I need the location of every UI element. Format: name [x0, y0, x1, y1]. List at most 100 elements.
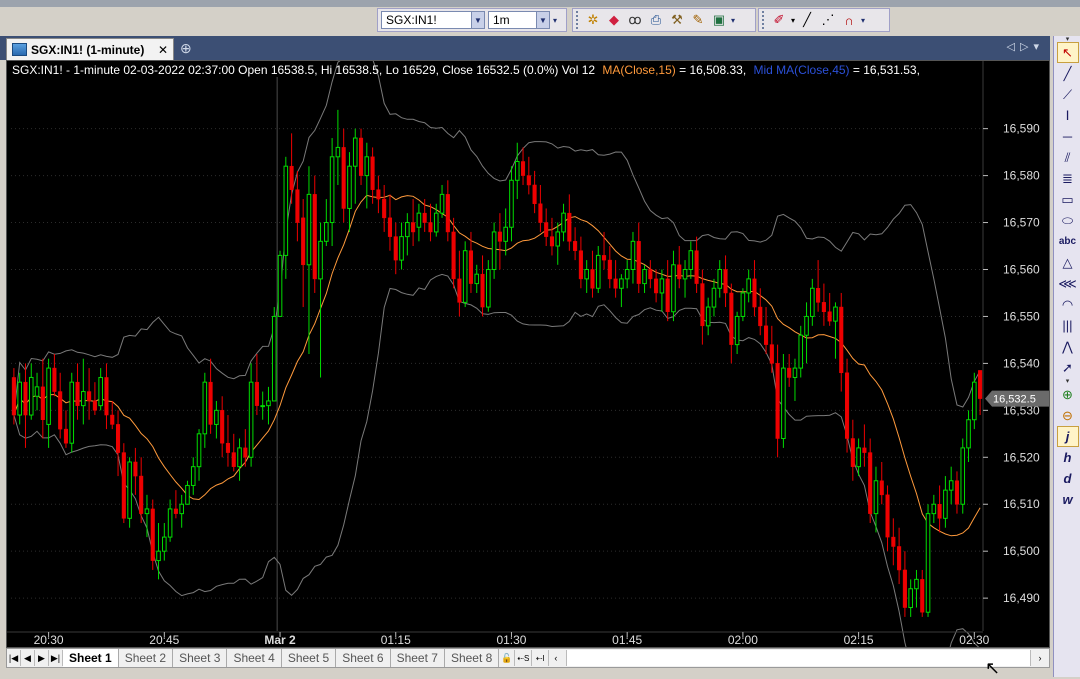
sync-scroll-icon[interactable]: ⇠S [515, 650, 533, 666]
candle-body [885, 494, 890, 538]
arc-icon[interactable]: ◠ [1057, 294, 1079, 315]
sync-interval-icon[interactable]: ⇠I [532, 650, 550, 666]
time-tick-label: 02:15 [844, 633, 874, 647]
sheet-tab-8[interactable]: Sheet 8 [445, 649, 500, 667]
next-sheet-icon[interactable]: ▶ [35, 650, 49, 666]
fibonacci-icon[interactable]: ≣ [1057, 168, 1079, 189]
wizard-icon[interactable]: ✎ [689, 11, 707, 29]
candle-body [972, 381, 977, 421]
candle-body [555, 231, 561, 247]
last-sheet-icon[interactable]: ▶| [49, 650, 63, 666]
candle-body [324, 222, 329, 242]
scroll-right-icon[interactable]: › [1030, 650, 1049, 666]
sheet-tab-1[interactable]: Sheet 1 [63, 649, 119, 667]
upper-band-line [13, 61, 981, 416]
candle-body [868, 452, 873, 514]
sheet-tab-4[interactable]: Sheet 4 [227, 649, 282, 667]
new-tab-icon[interactable]: ⊕ [180, 40, 192, 57]
triangle-icon[interactable]: △ [1057, 252, 1079, 273]
dotted-line-icon[interactable]: ⋰ [819, 11, 837, 29]
zigzag-icon[interactable]: ⋀ [1057, 336, 1079, 357]
candle-body [358, 137, 364, 176]
interval-d-icon[interactable]: d [1057, 468, 1079, 489]
analysis-icon[interactable]: ⚒ [668, 11, 686, 29]
sheet-tab-5[interactable]: Sheet 5 [282, 649, 337, 667]
ellipse-icon[interactable]: ⬭ [1057, 210, 1079, 231]
candle-body [538, 203, 543, 223]
candle-body [573, 241, 578, 251]
prev-sheet-icon[interactable]: ◀ [21, 650, 35, 666]
chevron-down-icon[interactable]: ▼ [536, 12, 549, 28]
candle-body [387, 217, 393, 237]
chart-header: SGX:IN1! - 1-minute 02-03-2022 02:37:00 … [12, 63, 920, 77]
rectangle-icon[interactable]: ▭ [1057, 189, 1079, 210]
andrews-pitchfork-icon[interactable]: ⋘ [1057, 273, 1079, 294]
toolbar-overflow-icon[interactable]: ▾ [553, 16, 557, 25]
candle-body [40, 386, 45, 420]
sheet-tab-3[interactable]: Sheet 3 [173, 649, 228, 667]
sheet-tab-2[interactable]: Sheet 2 [119, 649, 174, 667]
time-tick-label: 02:00 [728, 633, 758, 647]
cycle-lines-icon[interactable]: ||| [1057, 315, 1079, 336]
lock-icon[interactable]: 🔓 [499, 650, 516, 666]
price-tick-label: 16,560 [1003, 262, 1040, 276]
interval-combo-value: 1m [493, 13, 510, 27]
interval-w-icon[interactable]: w [1057, 489, 1079, 510]
first-sheet-icon[interactable]: |◀ [7, 650, 21, 666]
chart-grid [11, 77, 983, 631]
candle-body [978, 370, 983, 399]
candle-body [283, 165, 289, 256]
interval-j-icon[interactable]: j [1056, 426, 1079, 447]
toolbar-overflow-icon[interactable]: ▾ [861, 16, 865, 25]
horizontal-line-icon[interactable]: ─ [1057, 126, 1079, 147]
close-icon[interactable]: ✕ [158, 43, 168, 57]
interval-combo[interactable]: 1m ▼ [488, 11, 550, 29]
trendline-icon[interactable]: ╱ [1057, 63, 1079, 84]
candle-body [144, 508, 150, 515]
chart-export-icon[interactable]: ▣ [710, 11, 728, 29]
pen-icon[interactable]: ╱ [798, 11, 816, 29]
sheet-tab-7[interactable]: Sheet 7 [391, 649, 445, 667]
zoom-in-icon[interactable]: ⊕ [1057, 384, 1079, 405]
candle-body [856, 447, 861, 468]
ray-icon[interactable]: ⟋ [1057, 84, 1079, 105]
sheet-tab-6[interactable]: Sheet 6 [336, 649, 391, 667]
toolbar-overflow-icon[interactable]: ▾ [731, 16, 735, 25]
window-title-strip [0, 0, 1080, 7]
candle-body [92, 400, 97, 411]
zoom-out-icon[interactable]: ⊖ [1057, 405, 1079, 426]
candle-body [150, 508, 155, 561]
symbol-combo[interactable]: SGX:IN1! ▼ [381, 11, 485, 29]
pointer-icon[interactable]: ↖ [1056, 42, 1079, 63]
horizontal-scrollbar[interactable] [566, 650, 1030, 666]
print-icon[interactable]: ⎙ [647, 11, 665, 29]
view-icon[interactable]: ꝏ [626, 11, 644, 29]
candle-body [214, 409, 219, 425]
candle-body [457, 278, 462, 303]
text-icon[interactable]: abc [1057, 231, 1079, 252]
candle-body [514, 161, 520, 181]
candlestick-style-icon[interactable]: ◆ [605, 11, 623, 29]
candle-body [428, 222, 433, 233]
chevron-down-icon[interactable]: ▾ [791, 16, 795, 25]
candle-body [671, 264, 676, 313]
candle-body [595, 254, 601, 289]
toolbar-grip[interactable] [576, 11, 581, 29]
chevron-down-icon[interactable]: ▼ [471, 12, 484, 28]
draw-color-icon[interactable]: ✐ [770, 11, 788, 29]
interval-h-icon[interactable]: h [1057, 447, 1079, 468]
scroll-left-icon[interactable]: ‹ [549, 650, 562, 666]
candle-body [139, 475, 144, 514]
chart-document-tab[interactable]: SGX:IN1! (1-minute) ✕ [6, 38, 174, 60]
settings-gear-icon[interactable]: ✲ [584, 11, 602, 29]
tab-navigation-arrows[interactable]: ◁▷▾ [1007, 40, 1044, 53]
candle-body [295, 189, 300, 223]
vertical-line-icon[interactable]: Ⅰ [1057, 105, 1079, 126]
chart-pane[interactable]: 16,490 16,500 16,510 16,520 16,530 16,540 16,5… [6, 60, 1050, 648]
magnet-icon[interactable]: ∩ [840, 11, 858, 29]
price-chart[interactable]: 16,49016,50016,51016,52016,53016,54016,5… [7, 61, 1049, 647]
arrow-icon[interactable]: ➚ [1057, 357, 1079, 378]
candle-body [486, 268, 491, 308]
toolbar-grip[interactable] [762, 11, 767, 29]
parallel-lines-icon[interactable]: ⫽ [1057, 147, 1079, 168]
